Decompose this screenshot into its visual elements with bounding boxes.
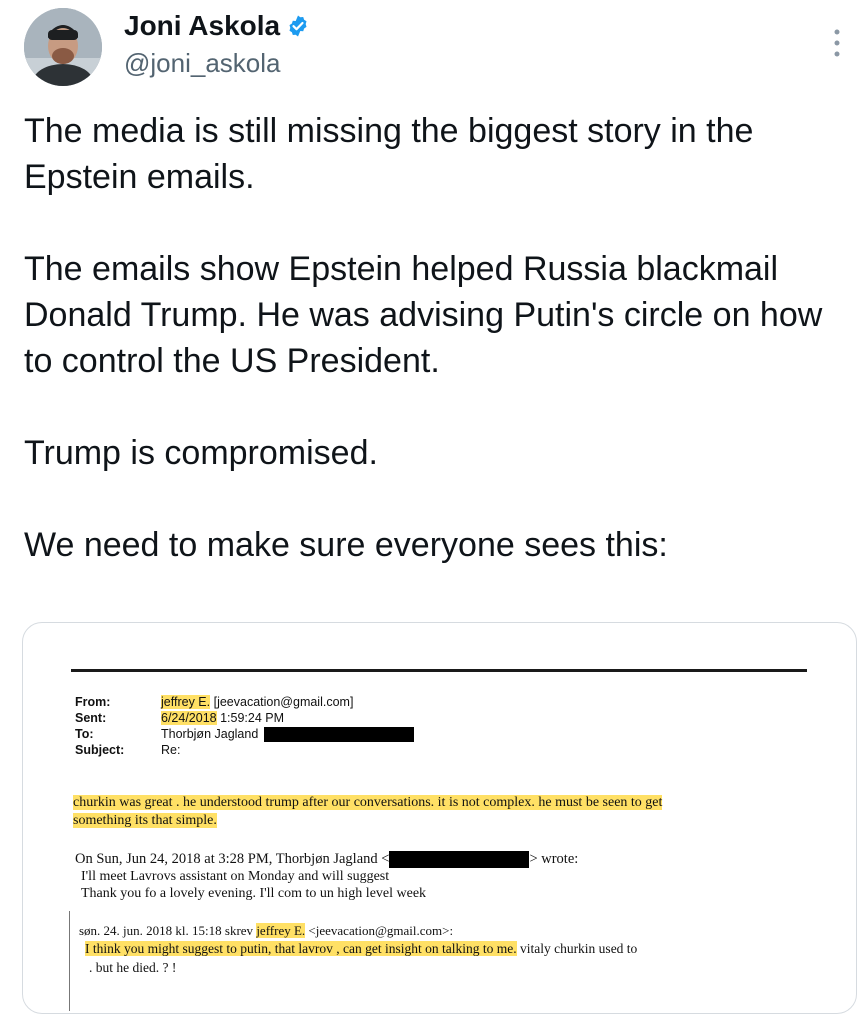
nested-quote-line: I think you might suggest to putin, that… (85, 941, 637, 957)
nested-quote-header: søn. 24. jun. 2018 kl. 15:18 skrev jeffr… (79, 923, 453, 939)
email-body-line: churkin was great . he understood trump … (73, 795, 663, 811)
highlighted-text: churkin was great . he understood trump … (73, 795, 663, 810)
author-name-row: Joni Askola (124, 10, 310, 42)
from-name: jeffrey E. (161, 695, 211, 709)
tweet-paragraph: Trump is compromised. (24, 434, 378, 472)
sent-label: Sent: (75, 711, 107, 725)
more-options-icon[interactable] (830, 26, 844, 60)
tweet-paragraph: The emails show Epstein helped Russia bl… (24, 250, 823, 380)
verified-badge-icon (289, 15, 307, 37)
from-label: From: (75, 695, 111, 709)
highlighted-text: something its that simple. (73, 813, 217, 828)
tweet-paragraph: The media is still missing the biggest s… (24, 112, 754, 196)
author-display-name[interactable]: Joni Askola (124, 10, 280, 42)
to-label: To: (75, 727, 94, 741)
quote-line: Thank you fo a lovely evening. I'll com … (81, 886, 427, 901)
document-divider (71, 669, 807, 672)
to-value: Thorbjøn Jagland (161, 727, 414, 743)
nested-header-text: søn. 24. jun. 2018 kl. 15:18 skrev (79, 923, 257, 938)
sent-time: 1:59:24 PM (220, 711, 285, 725)
avatar[interactable] (24, 8, 102, 86)
nested-quote-line: . but he died. ? ! (89, 960, 177, 975)
avatar-photo (24, 8, 102, 86)
email-body-line: something its that simple. (73, 813, 217, 829)
redaction-bar (263, 727, 414, 743)
quote-header-text: On Sun, Jun 24, 2018 at 3:28 PM, Thorbjø… (75, 851, 390, 867)
nested-header-name: jeffrey E. (256, 923, 306, 938)
from-value: jeffrey E. [jeevacation@gmail.com] (161, 695, 353, 709)
to-name: Thorbjøn Jagland (161, 727, 259, 741)
quote-header-suffix: > wrote: (529, 851, 579, 867)
sent-date: 6/24/2018 (161, 711, 217, 725)
nested-line-rest: vitaly churkin used to (516, 941, 638, 956)
tweet-text: The media is still missing the biggest s… (24, 108, 854, 568)
from-address: [jeevacation@gmail.com] (213, 695, 354, 709)
highlighted-text: I think you might suggest to putin, that… (85, 941, 517, 956)
quote-line: I'll meet Lavrovs assistant on Monday an… (81, 869, 390, 884)
tweet-paragraph: We need to make sure everyone sees this: (24, 526, 668, 564)
sent-value: 6/24/2018 1:59:24 PM (161, 711, 284, 725)
nested-header-address: <jeevacation@gmail.com>: (305, 923, 454, 938)
author-handle[interactable]: @joni_askola (124, 48, 280, 79)
subject-value: Re: (161, 743, 181, 757)
quote-header: On Sun, Jun 24, 2018 at 3:28 PM, Thorbjø… (75, 851, 579, 869)
quote-bar (69, 911, 70, 1011)
redaction-bar (389, 851, 530, 869)
tweet-media-image[interactable]: From: jeffrey E. [jeevacation@gmail.com]… (22, 622, 857, 1014)
subject-label: Subject: (75, 743, 125, 757)
